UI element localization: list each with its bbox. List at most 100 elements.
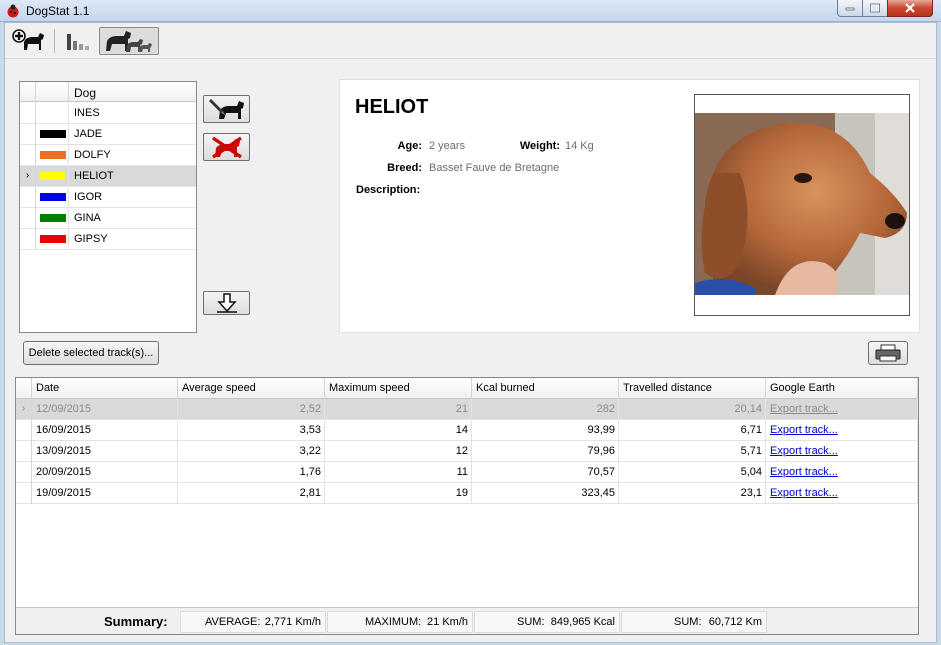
- dog-name-title: HELIOT: [355, 96, 429, 118]
- dog-color-swatch: [40, 151, 66, 159]
- dog-list-row[interactable]: IGOR: [20, 187, 196, 208]
- export-cell: Export track...: [766, 462, 918, 483]
- export-cell: Export track...: [766, 483, 918, 504]
- add-dog-icon: [12, 29, 44, 50]
- statistics-button[interactable]: [61, 27, 95, 55]
- add-dog-button[interactable]: [9, 27, 49, 55]
- dog-photo-image: [695, 113, 909, 295]
- export-track-link[interactable]: Export track...: [770, 424, 838, 436]
- edit-dog-button[interactable]: [203, 95, 250, 123]
- summary-kcal: SUM: 849,965 Kcal: [474, 611, 620, 633]
- kcal-cell: 282: [472, 399, 619, 420]
- date-cell: 20/09/2015: [32, 462, 178, 483]
- date-cell: 16/09/2015: [32, 420, 178, 441]
- dogs-button[interactable]: [99, 27, 159, 55]
- dog-color-swatch: [40, 235, 66, 243]
- column-header[interactable]: Google Earth: [766, 378, 918, 399]
- weight-label: Weight:: [519, 140, 560, 152]
- age-value: 2 years: [429, 140, 466, 152]
- track-row[interactable]: 16/09/2015 3,53 14 93,99 6,71 Export track...: [16, 420, 918, 441]
- row-selector[interactable]: ›: [20, 166, 36, 187]
- dog-color-swatch: [40, 130, 66, 138]
- distance-cell: 6,71: [619, 420, 766, 441]
- column-header[interactable]: Travelled distance: [619, 378, 766, 399]
- summary-distance-label: SUM:: [674, 616, 702, 628]
- column-header[interactable]: Date: [32, 378, 178, 399]
- row-selector[interactable]: [16, 483, 32, 504]
- date-cell: 13/09/2015: [32, 441, 178, 462]
- row-selector[interactable]: [20, 145, 36, 166]
- export-track-link[interactable]: Export track...: [770, 445, 838, 457]
- age-label: Age:: [397, 140, 422, 152]
- track-row[interactable]: 20/09/2015 1,76 11 70,57 5,04 Export track...: [16, 462, 918, 483]
- download-button[interactable]: [203, 291, 250, 315]
- average-speed-cell: 3,22: [178, 441, 325, 462]
- dog-list-row[interactable]: INES: [20, 103, 196, 124]
- max-speed-cell: 21: [325, 399, 472, 420]
- summary-kcal-value: 849,965 Kcal: [550, 616, 615, 628]
- dog-list-row[interactable]: DOLFY: [20, 145, 196, 166]
- row-selector[interactable]: [20, 124, 36, 145]
- distance-cell: 5,04: [619, 462, 766, 483]
- dogs-icon: [106, 31, 152, 52]
- max-speed-cell: 12: [325, 441, 472, 462]
- summary-average-label: AVERAGE:: [205, 616, 261, 628]
- delete-dog-icon: [211, 136, 242, 159]
- row-selector[interactable]: ›: [16, 399, 32, 420]
- row-selector[interactable]: [16, 420, 32, 441]
- average-speed-cell: 3,53: [178, 420, 325, 441]
- export-track-link[interactable]: Export track...: [770, 487, 838, 499]
- delete-dog-button[interactable]: [203, 133, 250, 161]
- summary-title: Summary:: [104, 614, 168, 629]
- summary-maximum-label: MAXIMUM:: [365, 616, 422, 628]
- max-speed-cell: 11: [325, 462, 472, 483]
- dog-name: DOLFY: [74, 149, 111, 161]
- dog-list-row[interactable]: JADE: [20, 124, 196, 145]
- track-row[interactable]: 13/09/2015 3,22 12 79,96 5,71 Export track...: [16, 441, 918, 462]
- minimize-icon: [845, 7, 855, 11]
- dog-color-swatch: [40, 214, 66, 222]
- summary-average-value: 2,771 Km/h: [264, 616, 321, 628]
- breed-label: Breed:: [387, 162, 422, 174]
- dog-name: JADE: [74, 128, 103, 140]
- export-cell: Export track...: [766, 441, 918, 462]
- ladybug-icon: [7, 4, 19, 18]
- row-selector[interactable]: [20, 229, 36, 250]
- dog-color-swatch: [40, 109, 66, 117]
- close-icon: [905, 3, 915, 13]
- delete-tracks-button[interactable]: Delete selected track(s)...: [23, 341, 159, 365]
- maximize-button[interactable]: [862, 0, 888, 17]
- distance-cell: 5,71: [619, 441, 766, 462]
- row-selector[interactable]: [20, 103, 36, 124]
- distance-cell: 23,1: [619, 483, 766, 504]
- row-selector[interactable]: [16, 441, 32, 462]
- dog-list-row[interactable]: GIPSY: [20, 229, 196, 250]
- export-track-link[interactable]: Export track...: [770, 466, 838, 478]
- track-row[interactable]: › 12/09/2015 2,52 21 282 20,14 Export track...: [16, 399, 918, 420]
- dog-color-cell: [36, 124, 69, 145]
- dog-column-header[interactable]: Dog: [74, 86, 96, 100]
- column-header[interactable]: Maximum speed: [325, 378, 472, 399]
- dog-list-row[interactable]: › HELIOT: [20, 166, 196, 187]
- dog-name: IGOR: [74, 191, 103, 203]
- column-header[interactable]: Kcal burned: [472, 378, 619, 399]
- max-speed-cell: 14: [325, 420, 472, 441]
- kcal-cell: 93,99: [472, 420, 619, 441]
- row-selector[interactable]: [20, 187, 36, 208]
- print-button[interactable]: [868, 341, 908, 365]
- dog-name: GINA: [74, 212, 101, 224]
- track-row[interactable]: 19/09/2015 2,81 19 323,45 23,1 Export track..…: [16, 483, 918, 504]
- download-arrow-icon: [216, 293, 237, 313]
- row-selector[interactable]: [16, 462, 32, 483]
- minimize-button[interactable]: [837, 0, 863, 17]
- title-bar: DogStat 1.1: [0, 0, 941, 22]
- average-speed-cell: 2,81: [178, 483, 325, 504]
- dog-color-cell: [36, 166, 69, 187]
- kcal-cell: 79,96: [472, 441, 619, 462]
- close-button[interactable]: [887, 0, 933, 17]
- dog-list-row[interactable]: GINA: [20, 208, 196, 229]
- export-track-link[interactable]: Export track...: [770, 403, 838, 415]
- row-selector[interactable]: [20, 208, 36, 229]
- column-header[interactable]: Average speed: [178, 378, 325, 399]
- row-pointer-icon: ›: [25, 170, 30, 181]
